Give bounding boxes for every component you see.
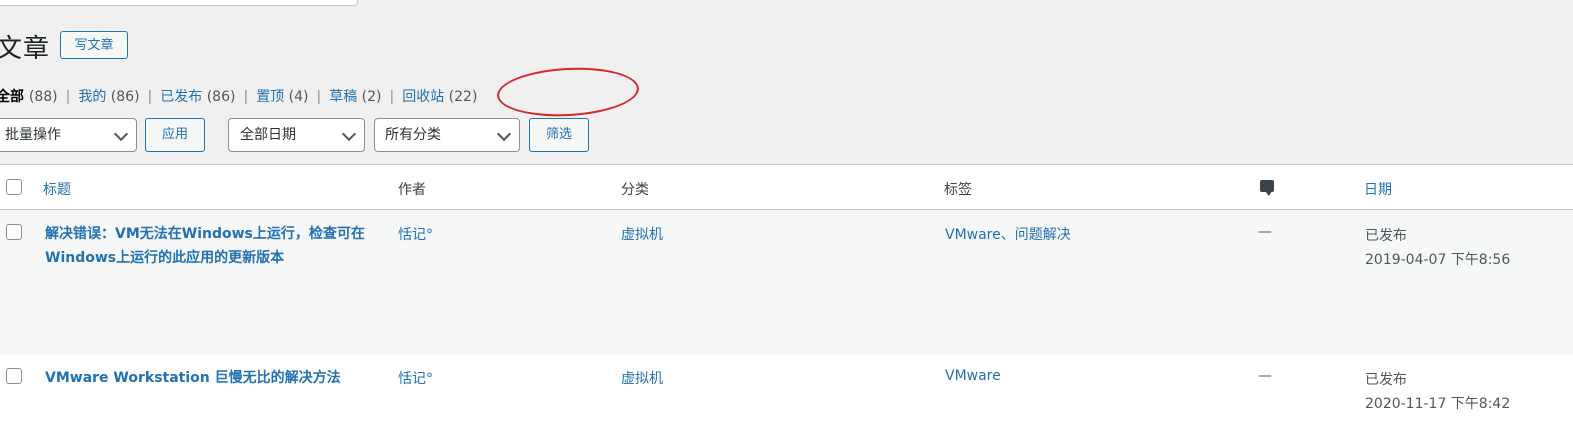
select-all-checkbox[interactable]: [6, 179, 22, 195]
separator: |: [316, 89, 322, 105]
view-filters: 全部 (88) | 我的 (86) | 已发布 (86) | 置顶 (4) | 草稿 (2) | 回…: [0, 86, 477, 106]
view-mine[interactable]: 我的 (86): [78, 89, 139, 105]
post-date: 已发布 2019-04-07 下午8:56: [1365, 224, 1510, 272]
highlight-circle: [495, 64, 641, 120]
view-trash-count: (22): [448, 89, 478, 105]
post-datetime: 2020-11-17 下午8:42: [1365, 396, 1511, 412]
row-checkbox[interactable]: [6, 224, 22, 240]
apply-button[interactable]: 应用: [145, 118, 205, 152]
view-all[interactable]: 全部 (88): [0, 89, 58, 105]
view-published-label: 已发布: [160, 89, 203, 105]
tags-link[interactable]: VMware、问题解决: [945, 224, 1071, 244]
add-new-post-button[interactable]: 写文章: [60, 31, 128, 59]
date-filter-value: 全部日期: [240, 127, 296, 143]
view-mine-count: (86): [110, 89, 140, 105]
bulk-action-select[interactable]: 批量操作: [0, 118, 137, 152]
chevron-down-icon: [113, 126, 129, 142]
view-published-count: (86): [206, 89, 236, 105]
separator: |: [65, 89, 71, 105]
view-all-label: 全部: [0, 89, 24, 105]
post-title-link[interactable]: VMware Workstation 巨慢无比的解决方法: [45, 366, 375, 390]
view-sticky[interactable]: 置顶 (4): [256, 89, 308, 105]
category-filter-select[interactable]: 所有分类: [374, 118, 520, 152]
post-status: 已发布: [1365, 228, 1407, 244]
view-drafts-label: 草稿: [329, 89, 358, 105]
posts-table: 标题 作者 分类 标签 日期 解决错误：VM无法在Windows上运行，检查可在…: [0, 164, 1573, 434]
table-row: 解决错误：VM无法在Windows上运行，检查可在Windows上运行的此应用的…: [0, 210, 1573, 354]
row-checkbox[interactable]: [6, 368, 22, 384]
tags-link[interactable]: VMware: [945, 368, 1001, 384]
column-tags: 标签: [944, 182, 972, 198]
comment-icon[interactable]: [1260, 180, 1274, 196]
comments-count: —: [1258, 224, 1272, 240]
view-sticky-label: 置顶: [256, 89, 285, 105]
filter-button[interactable]: 筛选: [529, 118, 589, 152]
column-date[interactable]: 日期: [1364, 179, 1392, 199]
table-row: VMware Workstation 巨慢无比的解决方法 恬记° 虚拟机 VMw…: [0, 354, 1573, 434]
separator: |: [147, 89, 153, 105]
table-header: 标题 作者 分类 标签 日期: [0, 165, 1573, 210]
column-title[interactable]: 标题: [43, 179, 71, 199]
view-drafts-count: (2): [361, 89, 382, 105]
view-trash[interactable]: 回收站 (22): [402, 89, 477, 105]
view-mine-label: 我的: [78, 89, 107, 105]
separator: |: [243, 89, 249, 105]
date-filter-select[interactable]: 全部日期: [228, 118, 365, 152]
post-datetime: 2019-04-07 下午8:56: [1365, 252, 1511, 268]
column-author: 作者: [398, 182, 426, 198]
category-filter-value: 所有分类: [385, 127, 441, 143]
chevron-down-icon: [341, 126, 357, 142]
post-status: 已发布: [1365, 372, 1407, 388]
search-input[interactable]: [0, 0, 358, 6]
view-drafts[interactable]: 草稿 (2): [329, 89, 381, 105]
post-date: 已发布 2020-11-17 下午8:42: [1365, 368, 1510, 416]
view-published[interactable]: 已发布 (86): [160, 89, 235, 105]
category-link[interactable]: 虚拟机: [621, 224, 663, 244]
view-trash-label: 回收站: [402, 89, 445, 105]
separator: |: [389, 89, 395, 105]
comments-count: —: [1258, 368, 1272, 384]
category-link[interactable]: 虚拟机: [621, 368, 663, 388]
column-categories: 分类: [621, 182, 649, 198]
author-link[interactable]: 恬记°: [398, 368, 433, 388]
view-all-count: (88): [28, 89, 58, 105]
view-sticky-count: (4): [288, 89, 309, 105]
bulk-action-value: 批量操作: [5, 127, 61, 143]
post-title-link[interactable]: 解决错误：VM无法在Windows上运行，检查可在Windows上运行的此应用的…: [45, 222, 385, 270]
author-link[interactable]: 恬记°: [398, 224, 433, 244]
page-title: 文章: [0, 34, 51, 64]
chevron-down-icon: [496, 126, 512, 142]
